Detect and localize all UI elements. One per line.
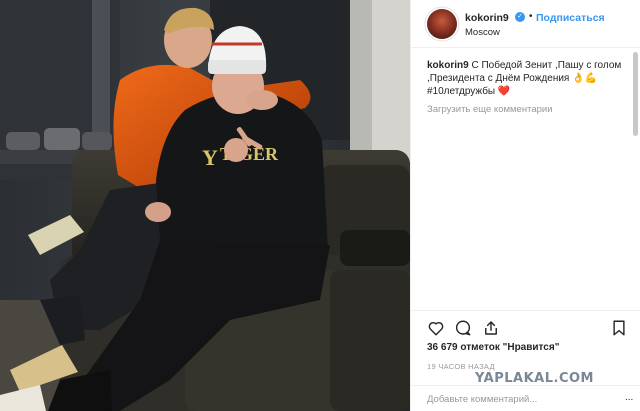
post-caption: kokorin9 С Победой Зенит ,Пашу с голом ,… [427,59,627,98]
share-icon[interactable] [482,319,500,337]
avatar[interactable] [427,9,457,39]
comment-box: ... [411,385,640,411]
comment-bubble-icon[interactable] [454,319,472,337]
post-header: kokorin9 ✓ • Подписаться Moscow [411,0,640,48]
separator-dot: • [529,11,533,22]
site-watermark: YAPLAKAL.COM [475,371,594,386]
action-bar [411,310,640,340]
follow-button[interactable]: Подписаться [536,12,605,24]
photo-illustration: Y TIGER [0,0,410,411]
post-timestamp[interactable]: 19 ЧАСОВ НАЗАД [427,362,495,371]
verified-badge-icon: ✓ [515,12,525,22]
post-side-panel: kokorin9 ✓ • Подписаться Moscow kokorin9… [410,0,640,411]
bookmark-icon[interactable] [610,319,628,337]
comment-more-button[interactable]: ... [625,392,633,403]
username-link[interactable]: kokorin9 [465,12,509,24]
svg-text:Y: Y [202,145,218,170]
heart-icon[interactable] [427,319,445,337]
location-link[interactable]: Moscow [465,27,500,38]
caption-username[interactable]: kokorin9 [427,60,469,71]
comments-scrollbar[interactable] [633,52,638,136]
load-more-comments-button[interactable]: Загрузить еще комментарии [427,104,553,115]
comment-input[interactable] [427,390,623,408]
post-photo[interactable]: Y TIGER [0,0,410,411]
likes-count[interactable]: 36 679 отметок "Нравится" [427,342,559,353]
